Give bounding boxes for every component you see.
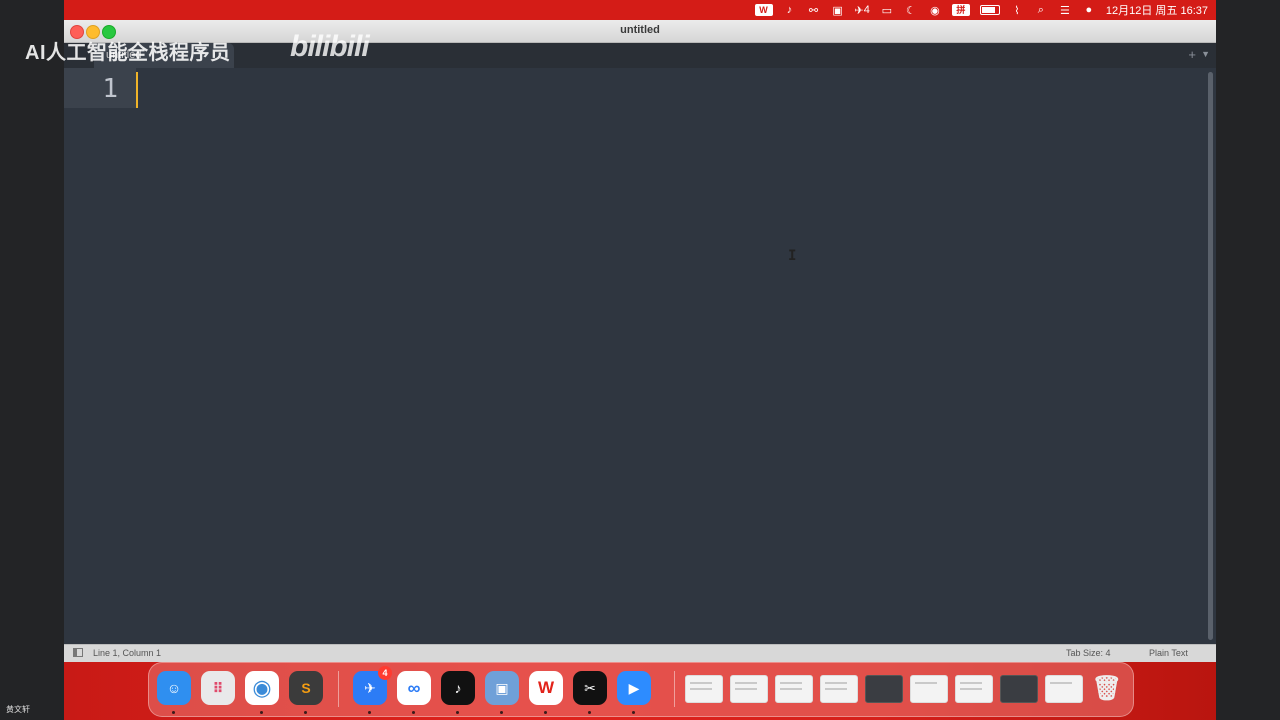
tiktok-icon[interactable]: ♪	[441, 671, 475, 705]
running-dot	[588, 711, 591, 714]
trash-icon[interactable]: 🗑	[1090, 671, 1124, 705]
ibeam-cursor-icon: I	[788, 248, 797, 264]
wps-icon[interactable]: W	[529, 671, 563, 705]
editor-area[interactable]: 1 I	[64, 68, 1216, 645]
tab-dropdown-icon[interactable]: ▼	[1201, 49, 1210, 59]
notification-badge: 4	[378, 666, 392, 680]
letterbox-right	[1216, 0, 1280, 720]
new-tab-icon[interactable]: +	[1188, 47, 1196, 62]
running-dot	[304, 711, 307, 714]
running-dot	[456, 711, 459, 714]
running-dot	[412, 711, 415, 714]
moon-icon[interactable]: ☾	[904, 3, 918, 17]
minimized-window-thumb[interactable]	[820, 675, 858, 703]
running-dot	[544, 711, 547, 714]
text-cursor	[136, 72, 138, 108]
minimized-window-thumb[interactable]	[1045, 675, 1083, 703]
running-dot	[632, 711, 635, 714]
cursor-position: Line 1, Column 1	[93, 648, 162, 658]
dock-separator	[338, 671, 339, 707]
chrome-icon[interactable]: ◉	[245, 671, 279, 705]
running-dot	[172, 711, 175, 714]
input-method-icon[interactable]: 拼	[951, 4, 970, 16]
channel-watermark: AI人工智能全栈程序员	[25, 42, 231, 64]
feishu-icon[interactable]: ✈ 4	[353, 666, 392, 705]
menubar-clock[interactable]: 12月12日 周五 16:37	[1106, 2, 1208, 18]
search-icon[interactable]: ⌕	[1034, 3, 1048, 17]
menu-bar: W ♪ ⚯ ▣ ✈ 4 ▭ ☾ ◉ 拼 ⌇ ⌕ ☰ ● 12月12日 周五 16:…	[64, 0, 1216, 20]
display-menu-icon[interactable]: ▭	[880, 3, 894, 17]
dock-separator	[674, 671, 675, 707]
link-menu-icon[interactable]: ⚯	[807, 3, 821, 17]
dock: ☺ ⠿ ◉ S ✈ 4 ∞ ♪ ▣ W ✂ ▶ 🗑	[148, 662, 1134, 717]
running-dot	[368, 711, 371, 714]
syntax-mode[interactable]: Plain Text	[1149, 648, 1188, 658]
minimized-window-thumb[interactable]	[955, 675, 993, 703]
sublime-window: untitled untitled + ▼ 1 I Line 1, Column…	[64, 20, 1216, 662]
capcut-icon[interactable]: ✂	[573, 671, 607, 705]
desktop-screen: W ♪ ⚯ ▣ ✈ 4 ▭ ☾ ◉ 拼 ⌇ ⌕ ☰ ● 12月12日 周五 16:…	[64, 0, 1216, 720]
battery-icon[interactable]	[979, 5, 1000, 15]
running-dot	[500, 711, 503, 714]
siri-icon[interactable]: ●	[1082, 3, 1096, 17]
title-bar[interactable]: untitled	[64, 20, 1216, 43]
sublime-text-icon[interactable]: S	[289, 671, 323, 705]
side-panel-icon[interactable]	[73, 648, 83, 657]
letterbox-left	[0, 0, 64, 720]
preview-icon[interactable]: ▣	[485, 671, 519, 705]
minimized-window-thumb[interactable]	[775, 675, 813, 703]
running-dot	[260, 711, 263, 714]
wifi-icon[interactable]: ⌇	[1010, 3, 1024, 17]
bilibili-logo: bilibili	[290, 30, 370, 63]
notes-menu-icon[interactable]: ▣	[831, 3, 845, 17]
launchpad-icon[interactable]: ⠿	[201, 671, 235, 705]
finder-icon[interactable]: ☺	[157, 671, 191, 705]
tiktok-menu-icon[interactable]: ♪	[783, 3, 797, 17]
minimized-window-thumb[interactable]	[1000, 675, 1038, 703]
tab-size[interactable]: Tab Size: 4	[1066, 648, 1111, 658]
minimized-window-thumb[interactable]	[730, 675, 768, 703]
minimized-window-thumb[interactable]	[865, 675, 903, 703]
line-number: 1	[102, 74, 118, 104]
feishu-menu-count: 4	[863, 4, 870, 16]
baidu-netdisk-icon[interactable]: ∞	[397, 671, 431, 705]
user-name-label: 黄文轩	[6, 705, 30, 714]
vertical-scrollbar[interactable]	[1208, 72, 1213, 640]
zoom-icon[interactable]: ▶	[617, 671, 651, 705]
minimized-window-thumb[interactable]	[685, 675, 723, 703]
tab-bar: untitled + ▼	[64, 43, 1216, 68]
wps-menu-icon[interactable]: W	[754, 4, 773, 16]
minimized-window-thumb[interactable]	[910, 675, 948, 703]
window-title: untitled	[620, 24, 660, 36]
feishu-menu-icon[interactable]: ✈ 4	[855, 3, 870, 17]
status-bar: Line 1, Column 1 Tab Size: 4 Plain Text	[64, 644, 1216, 662]
control-center-icon[interactable]: ☰	[1058, 3, 1072, 17]
play-menu-icon[interactable]: ◉	[928, 3, 942, 17]
